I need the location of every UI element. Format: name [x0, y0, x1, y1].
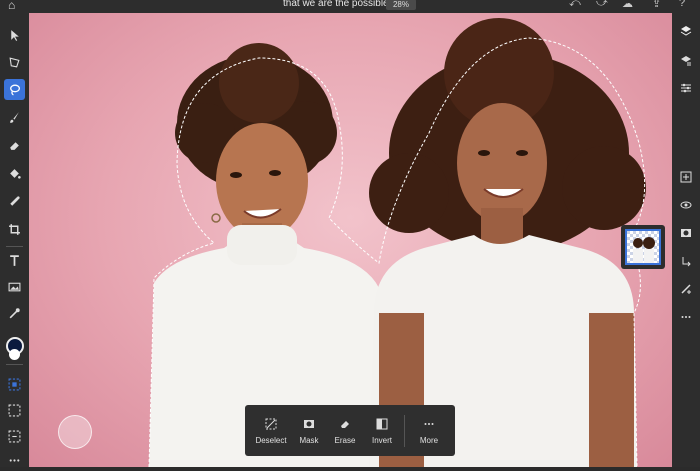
photo-two-women [148, 18, 646, 467]
layer-properties-icon[interactable] [678, 53, 694, 69]
visibility-icon[interactable] [678, 197, 694, 213]
cloud-sync-icon[interactable]: ⤺ [569, 0, 581, 10]
touch-modifier-button[interactable] [58, 415, 92, 449]
select-subject-icon[interactable] [4, 374, 25, 395]
add-layer-icon[interactable] [678, 169, 694, 185]
selection-task-bar: Deselect Mask Erase Invert More [245, 405, 455, 456]
fill-tool-icon[interactable] [4, 163, 25, 184]
healing-tool-icon[interactable] [4, 191, 25, 212]
deselect-label: Deselect [255, 436, 287, 445]
top-bar: ⌂ that we are the possible 28% ⤺ ⤻ ☁ ⇪ ? [0, 0, 700, 13]
divider [6, 246, 23, 247]
mask-icon [295, 417, 323, 437]
right-toolbar [672, 13, 700, 467]
background-color-swatch[interactable] [9, 349, 20, 360]
deselect-button[interactable]: Deselect [255, 405, 287, 456]
home-icon[interactable]: ⌂ [8, 0, 15, 12]
deselect-icon [255, 417, 287, 437]
divider [404, 415, 405, 447]
transform-tool-icon[interactable] [4, 52, 25, 73]
erase-button[interactable]: Erase [331, 405, 359, 456]
more-label: More [419, 436, 439, 445]
divider [6, 364, 23, 365]
more-button[interactable]: More [415, 405, 443, 456]
mask-label: Mask [299, 436, 319, 445]
erase-icon [331, 417, 359, 437]
zoom-level[interactable]: 28% [386, 0, 416, 10]
place-image-icon[interactable] [4, 276, 25, 297]
invert-icon [367, 417, 397, 437]
right-woman [369, 18, 646, 467]
layer-thumbnail-image [625, 229, 661, 265]
layer-thumbnail[interactable] [621, 225, 665, 269]
mask-icon[interactable] [678, 225, 694, 241]
clip-icon[interactable] [678, 253, 694, 269]
eyedropper-tool-icon[interactable] [4, 303, 25, 324]
type-tool-icon[interactable] [4, 250, 25, 271]
more-icon [415, 417, 443, 437]
help-icon[interactable]: ? [679, 0, 685, 9]
erase-label: Erase [334, 436, 356, 445]
select-tool-icon[interactable] [4, 25, 25, 46]
more-tools-icon[interactable] [4, 450, 25, 471]
redo-icon[interactable]: ⤻ [596, 0, 608, 10]
lasso-tool-icon[interactable] [4, 79, 25, 100]
crop-tool-icon[interactable] [4, 219, 25, 240]
canvas-photo[interactable] [29, 13, 672, 467]
effects-icon[interactable] [678, 281, 694, 297]
cloud-icon[interactable]: ☁ [622, 0, 633, 10]
layers-icon[interactable] [678, 23, 694, 39]
document-title: that we are the possible [283, 0, 389, 9]
eraser-tool-icon[interactable] [4, 135, 25, 156]
invert-label: Invert [371, 436, 392, 445]
selection-mode-icon[interactable] [4, 400, 25, 421]
more-options-icon[interactable] [678, 309, 694, 325]
adjustments-icon[interactable] [678, 80, 694, 96]
mask-button[interactable]: Mask [295, 405, 323, 456]
brush-tool-icon[interactable] [4, 107, 25, 128]
refine-edge-icon[interactable] [4, 426, 25, 447]
invert-button[interactable]: Invert [367, 405, 397, 456]
left-toolbar [0, 13, 29, 467]
share-icon[interactable]: ⇪ [652, 0, 661, 10]
